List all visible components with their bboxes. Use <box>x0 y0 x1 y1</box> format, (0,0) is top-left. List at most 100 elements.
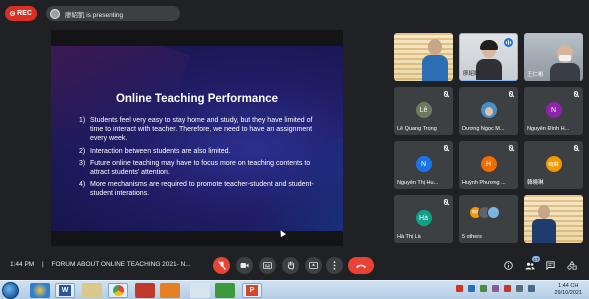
word-label: W <box>59 285 71 296</box>
participant-face <box>538 205 550 219</box>
participant-avatar: Hà <box>415 210 432 226</box>
start-button[interactable] <box>2 282 19 299</box>
participant-photo <box>480 102 497 118</box>
participant-name: Hà Thị Là <box>397 234 421 240</box>
clock-time: 1:44 CH <box>558 283 579 289</box>
mic-off-icon <box>574 91 578 97</box>
participant-name: 王仁彬 <box>527 72 544 78</box>
acrobat-icon[interactable] <box>135 283 155 298</box>
slide-content: Online Teaching Performance 1) Students f… <box>51 46 343 231</box>
paint-icon[interactable] <box>190 283 210 298</box>
captions-button[interactable] <box>259 257 276 274</box>
tray-icon[interactable] <box>456 285 463 292</box>
participant-name: Nguyễn Thị Hu... <box>397 180 439 186</box>
slide-item: 2) Interaction between students are also … <box>79 147 231 155</box>
presenting-banner[interactable]: 廖紹凱 is presenting <box>46 6 180 21</box>
participant-tile[interactable]: N Nguyễn Thị Hu... <box>394 141 453 189</box>
leave-call-button[interactable] <box>348 257 374 274</box>
participant-tile[interactable] <box>524 195 583 243</box>
system-clock[interactable]: 1:44 CH 29/10/2021 <box>554 283 582 297</box>
meeting-title: FORUM ABOUT ONLINE TEACHING 2021- N... <box>51 261 191 268</box>
presenter-avatar <box>50 8 60 19</box>
meeting-details-button[interactable] <box>502 259 515 272</box>
participant-tile[interactable]: Lê Lê Quang Trọng <box>394 87 453 135</box>
present-screen-button[interactable] <box>305 257 322 274</box>
app-icon[interactable] <box>215 283 235 298</box>
others-avatars: 韓曉 <box>469 206 500 219</box>
participant-tile-presentation[interactable] <box>394 33 453 81</box>
mic-off-icon <box>509 145 513 151</box>
participant-avatar: 曉琳 <box>545 156 562 172</box>
present-icon <box>309 262 318 269</box>
participant-tile-presenter[interactable]: 廖紹凱 <box>459 33 518 81</box>
slide-item: 4) More mechanisms are required to promot… <box>79 181 314 198</box>
meeting-info: 1:44 PM | FORUM ABOUT ONLINE TEACHING 20… <box>10 261 191 268</box>
participant-count-badge: 17 <box>532 256 540 262</box>
clock-date: 29/10/2021 <box>554 290 582 296</box>
more-options-button[interactable] <box>326 257 343 274</box>
slide-list: 1) Students feel very easy to stay home a… <box>79 116 319 202</box>
mic-toggle-button[interactable] <box>213 257 230 274</box>
slide-item: 1) Students feel very easy to stay home a… <box>79 117 313 143</box>
participant-name: 5 others <box>462 234 482 240</box>
powerpoint-app-button[interactable]: P <box>242 283 262 298</box>
tray-icon[interactable] <box>480 285 487 292</box>
mic-off-icon <box>444 199 448 205</box>
participant-avatar: N <box>545 102 562 118</box>
chat-icon <box>546 261 555 270</box>
slide-item: 3) Future online teaching may have to foc… <box>79 159 311 177</box>
camera-icon <box>240 263 249 268</box>
chat-button[interactable] <box>544 259 557 272</box>
presenting-text: 廖紹凱 is presenting <box>65 11 124 19</box>
hang-up-icon <box>356 264 366 268</box>
participant-tile-others[interactable]: 韓曉 5 others <box>459 195 518 243</box>
mask-icon <box>559 55 571 61</box>
activities-button[interactable] <box>565 259 578 272</box>
mic-off-icon <box>509 91 513 97</box>
ie-icon[interactable] <box>30 283 50 298</box>
participant-avatar: N <box>415 156 432 172</box>
participant-tile[interactable]: Dương Ngọc M... <box>459 87 518 135</box>
meeting-time: 1:44 PM <box>10 261 35 268</box>
participant-tile[interactable]: N Nguyễn Đình H... <box>524 87 583 135</box>
network-icon[interactable] <box>516 285 523 292</box>
shapes-icon <box>566 261 577 270</box>
participant-tile[interactable]: 王仁彬 <box>524 33 583 81</box>
meeting-controls-bar: 1:44 PM | FORUM ABOUT ONLINE TEACHING 20… <box>0 254 589 278</box>
tray-icon[interactable] <box>492 285 499 292</box>
tray-icon[interactable] <box>468 285 475 292</box>
participant-tile[interactable]: Hà Hà Thị Là <box>394 195 453 243</box>
participant-name: Dương Ngọc M... <box>462 126 505 132</box>
os-taskbar: W P 1:44 CH 29/10/2021 <box>0 280 589 299</box>
slide-title: Online Teaching Performance <box>115 93 279 105</box>
captions-icon <box>263 262 272 269</box>
participant-name: 韓曉琳 <box>527 180 544 186</box>
participant-face <box>428 39 442 55</box>
more-vert-icon <box>333 261 336 270</box>
volume-icon[interactable] <box>528 285 535 292</box>
tray-icon[interactable] <box>504 285 511 292</box>
chrome-app-button[interactable] <box>108 283 128 298</box>
participant-name: 廖紹凱 <box>463 71 480 77</box>
mic-off-icon <box>217 261 226 270</box>
record-icon <box>10 11 16 16</box>
word-app-button[interactable]: W <box>55 283 75 298</box>
people-icon <box>525 262 534 269</box>
camera-toggle-button[interactable] <box>236 257 253 274</box>
chrome-icon <box>112 285 124 296</box>
info-icon <box>504 261 513 270</box>
participant-tile[interactable]: H Huỳnh Phương ... <box>459 141 518 189</box>
recording-badge: REC <box>5 6 37 21</box>
mic-off-icon <box>444 91 448 97</box>
raise-hand-button[interactable] <box>282 257 299 274</box>
participants-button[interactable]: 17 <box>523 256 540 272</box>
mic-off-icon <box>574 145 578 151</box>
powerpoint-label: P <box>246 285 258 296</box>
participant-tile[interactable]: 曉琳 韓曉琳 <box>524 141 583 189</box>
participant-avatar: Lê <box>415 102 432 118</box>
participant-avatar: H <box>480 156 497 172</box>
shared-screen: Online Teaching Performance 1) Students f… <box>51 30 343 246</box>
media-player-icon[interactable] <box>160 283 180 298</box>
speaking-indicator-icon <box>504 38 513 47</box>
file-explorer-icon[interactable] <box>82 283 102 298</box>
